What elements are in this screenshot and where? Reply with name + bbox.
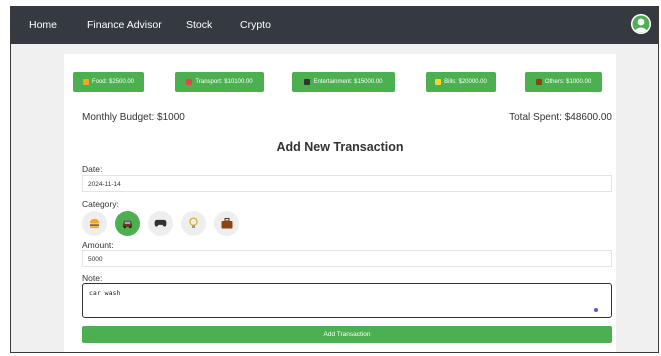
category-summary-others[interactable]: Others: $1000.00 — [525, 72, 602, 92]
category-option-bills[interactable] — [181, 211, 206, 236]
car-icon — [186, 79, 193, 85]
form-title: Add New Transaction — [276, 140, 404, 154]
category-summary-label: Others: $1000.00 — [544, 79, 592, 85]
nav-finance-advisor[interactable]: Finance Advisor — [87, 19, 162, 31]
app-window: Home Finance Advisor Stock Crypto Food: … — [10, 6, 659, 353]
category-option-food[interactable] — [82, 211, 107, 236]
burger-icon — [82, 79, 89, 85]
resize-handle-icon[interactable] — [594, 308, 598, 312]
category-summary-bills[interactable]: Bills: $20000.00 — [426, 72, 496, 92]
category-summary-label: Bills: $20000.00 — [444, 79, 487, 85]
category-summary-transport[interactable]: Transport: $10100.00 — [175, 72, 264, 92]
nav-home[interactable]: Home — [29, 19, 57, 31]
category-summary-label: Transport: $10100.00 — [195, 79, 253, 85]
briefcase-icon — [221, 218, 232, 229]
navbar: Home Finance Advisor Stock Crypto — [11, 6, 658, 44]
nav-crypto[interactable]: Crypto — [240, 19, 271, 31]
category-option-entertainment[interactable] — [148, 211, 173, 236]
category-summary-entertainment[interactable]: Entertainment: $15000.00 — [292, 72, 395, 92]
date-label: Date: — [82, 164, 103, 174]
burger-icon — [89, 218, 100, 229]
add-transaction-button[interactable]: Add Transaction — [82, 326, 612, 343]
category-label: Category: — [82, 199, 119, 209]
amount-input[interactable]: 5000 — [82, 250, 612, 267]
total-spent: Total Spent: $48600.00 — [509, 112, 612, 123]
transaction-panel: Food: $2500.00 Transport: $10100.00 Ente… — [64, 54, 616, 352]
note-textarea[interactable]: car wash — [82, 283, 612, 318]
lightbulb-icon — [189, 217, 198, 228]
gamepad-icon — [154, 219, 167, 227]
category-option-transport[interactable] — [115, 211, 140, 236]
amount-label: Amount: — [82, 240, 114, 250]
lightbulb-icon — [435, 79, 442, 85]
car-icon — [122, 220, 133, 229]
category-summary-food[interactable]: Food: $2500.00 — [73, 72, 144, 92]
note-text: car wash — [89, 289, 121, 297]
category-option-others[interactable] — [214, 211, 239, 236]
category-summary-label: Entertainment: $15000.00 — [313, 79, 383, 85]
date-input[interactable]: 2024-11-14 — [82, 175, 612, 192]
monthly-budget: Monthly Budget: $1000 — [82, 112, 185, 123]
gamepad-icon — [304, 79, 311, 85]
note-label: Note: — [82, 273, 103, 283]
briefcase-icon — [535, 79, 542, 85]
nav-stock[interactable]: Stock — [186, 19, 212, 31]
category-summary-label: Food: $2500.00 — [91, 79, 135, 85]
user-avatar-icon[interactable] — [631, 14, 651, 34]
